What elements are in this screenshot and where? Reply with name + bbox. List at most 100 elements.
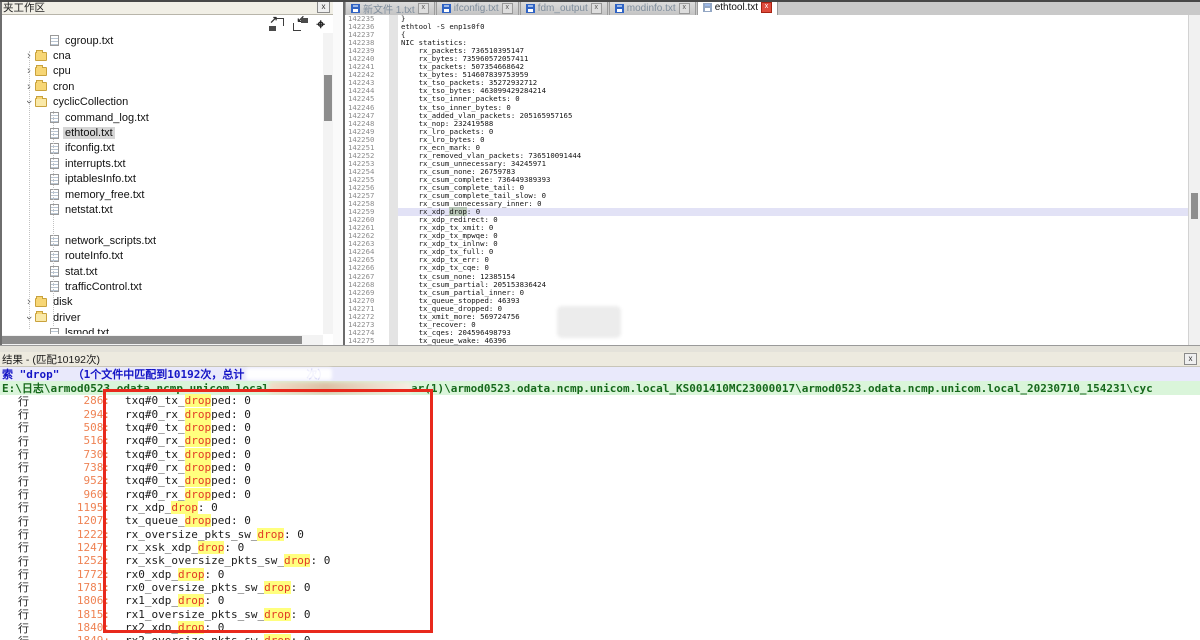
tree-item-cron[interactable]: ›cron [2,79,323,94]
tree-vscroll-thumb[interactable] [324,75,332,121]
tree-item-label: routeInfo.txt [63,250,125,262]
tree-item-memory_free-txt[interactable]: memory_free.txt [2,187,323,202]
tab-label: ethtool.txt [715,2,758,13]
tree-item-cgroup-txt[interactable]: cgroup.txt [2,33,323,48]
editor-line[interactable]: 142237{ [345,31,1188,39]
expand-all-icon[interactable]: ↗ [269,18,284,31]
folder-icon [35,67,47,76]
result-line-number: 1222: [31,528,110,541]
tree-item-driver[interactable]: › driver [2,310,323,325]
file-icon [50,281,59,292]
search-summary-row[interactable]: 索 "drop" （1个文件中匹配到10192次，总计次） [0,367,1200,381]
line-text: tx_xmit_more: 569724756 [389,313,1188,321]
file-icon [50,112,59,123]
result-line-number: 1207: [31,514,110,527]
tree-item-network_scripts-txt[interactable]: network_scripts.txt [2,233,323,248]
results-close-icon[interactable]: x [1184,353,1197,365]
tree-item-iptablesInfo-txt[interactable]: iptablesInfo.txt [2,172,323,187]
result-line-number: 952: [31,474,110,487]
search-result-row[interactable]: 行1849:rx2_oversize_pkts_sw_drop: 0 [0,634,1200,640]
editor-line[interactable]: 142275 tx_queue_wake: 46396 [345,337,1188,345]
arrow-glyph: ↗ [270,15,278,26]
tree-hscroll-thumb[interactable] [2,336,302,344]
tree-item-label: iptablesInfo.txt [63,173,138,185]
tree-item-label: network_scripts.txt [63,235,158,247]
editor-line[interactable]: 142236ethtool -S enp1s0f0 [345,23,1188,31]
tree-item-routeInfo-txt[interactable]: routeInfo.txt [2,248,323,263]
annotation-red-box [103,389,433,633]
editor-vscroll-thumb[interactable] [1191,193,1198,219]
editor-vertical-scrollbar[interactable] [1188,15,1200,345]
tab-close-icon[interactable]: x [761,2,772,13]
tab-ifconfig-txt[interactable]: ifconfig.txtx [436,1,519,15]
tree-item-lsmod-txt[interactable]: lsmod.txt [2,325,323,334]
tree-item-label: cpu [51,65,73,77]
tab-ethtool-txt[interactable]: ethtool.txtx [697,0,778,15]
tab-close-icon[interactable]: x [502,3,513,14]
workspace-toolbar: ↗ ↙ ⌖ [2,15,333,34]
file-icon [50,174,59,185]
tree-item-label: cna [51,50,73,62]
tree-vertical-scrollbar[interactable] [323,33,333,334]
chevron-down-icon[interactable]: › [24,312,34,324]
file-icon [50,158,59,169]
tree-item-stat-txt[interactable]: stat.txt [2,264,323,279]
tab-close-icon[interactable]: x [679,3,690,14]
tab-fdm_output[interactable]: fdm_outputx [520,1,608,15]
file-icon [50,143,59,154]
file-path-post: ar(1)\armod0523.odata.ncmp.unicom.local_… [411,382,1153,395]
tree-item-label: driver [51,312,83,324]
tab-close-icon[interactable]: x [418,3,429,14]
tree-item-label: trafficControl.txt [63,281,144,293]
mini-folder-glyph [301,18,308,23]
workspace-close-icon[interactable]: x [317,1,330,13]
locate-current-file-icon[interactable]: ⌖ [317,18,325,31]
result-line-number: 516: [31,434,110,447]
tree-item-cyclicCollection[interactable]: ›cyclicCollection [2,95,323,110]
tree-item-ethtool-txt[interactable]: ethtool.txt [2,125,323,140]
tab-label: modinfo.txt [627,3,676,14]
tree-item-label: netstat.txt [63,204,115,216]
search-results-panel: 结果 - (匹配10192次) x 索 "drop" （1个文件中匹配到1019… [0,345,1200,640]
tree-item-cna[interactable]: ›cna [2,48,323,63]
results-titlebar: 结果 - (匹配10192次) x [0,352,1200,367]
save-floppy-icon [703,3,712,12]
tab-close-icon[interactable]: x [591,3,602,14]
editor-area: 新文件 1.txtxifconfig.txtxfdm_outputxmodinf… [345,0,1200,345]
tab--1-txt[interactable]: 新文件 1.txtx [345,1,435,15]
collapse-all-icon[interactable]: ↙ [293,18,308,31]
result-text: rx2_oversize_pkts_sw_drop: 0 [125,634,310,640]
save-floppy-icon [351,4,360,13]
line-text: rx_xdp_tx_err: 0 [389,256,1188,264]
tab-label: fdm_output [538,3,588,14]
file-icon [50,251,59,262]
tree-item-label: cgroup.txt [63,35,115,47]
tree-item-disk[interactable]: ›disk [2,295,323,310]
tree-item-label: command_log.txt [63,112,151,124]
result-line-number: 1195: [31,501,110,514]
tree-guide-line [29,51,30,329]
tab-label: ifconfig.txt [454,3,499,14]
panel-splitter[interactable] [333,0,345,345]
file-icon [50,266,59,277]
tree-item-trafficControl-txt[interactable]: trafficControl.txt [2,279,323,294]
line-text: tx_queue_wake: 46396 [389,337,1188,345]
line-text: } [389,15,1188,23]
result-line-number: 738: [31,461,110,474]
redaction-blur [557,306,621,338]
match-highlight: drop [264,634,291,640]
tree-horizontal-scrollbar[interactable] [2,335,323,345]
chevron-down-icon[interactable]: › [24,96,34,108]
tab-modinfo-txt[interactable]: modinfo.txtx [609,1,696,15]
file-icon [50,204,59,215]
tree-item-command_log-txt[interactable]: command_log.txt [2,110,323,125]
result-line-number: 1840: [31,621,110,634]
result-line-number: 960: [31,488,110,501]
result-line-number: 286: [31,394,110,407]
tree-item-interrupts-txt[interactable]: interrupts.txt [2,156,323,171]
line-text: rx_xdp_tx_full: 0 [389,248,1188,256]
tree-item-netstat-txt[interactable]: netstat.txt [2,202,323,217]
tree-item-cpu[interactable]: ›cpu [2,64,323,79]
editor-view[interactable]: 142235}142236ethtool -S enp1s0f0142237{1… [345,15,1188,345]
tree-item-ifconfig-txt[interactable]: ifconfig.txt [2,141,323,156]
